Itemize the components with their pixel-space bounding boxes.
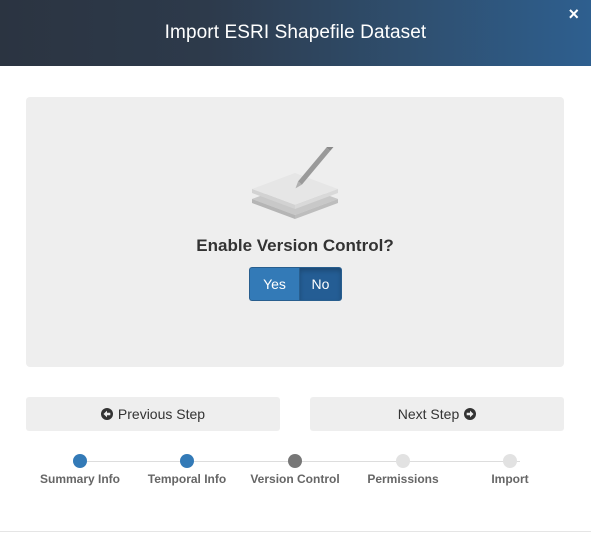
- step-version-control[interactable]: Version Control: [240, 452, 350, 486]
- yes-button[interactable]: Yes: [249, 267, 299, 301]
- step-summary-info[interactable]: Summary Info: [25, 452, 135, 486]
- close-icon[interactable]: ×: [568, 5, 579, 23]
- step-dot: [73, 454, 87, 468]
- version-control-toggle: Yes No: [249, 267, 342, 301]
- step-dot: [396, 454, 410, 468]
- step-label: Permissions: [367, 472, 439, 486]
- previous-step-label: Previous Step: [117, 406, 206, 422]
- step-dot: [503, 454, 517, 468]
- next-step-label: Next Step: [397, 406, 460, 422]
- dialog-header: Import ESRI Shapefile Dataset ×: [0, 0, 591, 66]
- step-dot: [180, 454, 194, 468]
- previous-step-button[interactable]: Previous Step: [26, 397, 280, 431]
- step-label: Version Control: [250, 472, 340, 486]
- step-label: Summary Info: [39, 472, 120, 486]
- arrow-circle-left-icon: [100, 408, 113, 420]
- version-control-panel: Enable Version Control? Yes No: [26, 97, 564, 367]
- step-permissions[interactable]: Permissions: [348, 452, 458, 486]
- dialog-title: Import ESRI Shapefile Dataset: [164, 22, 427, 43]
- next-step-button[interactable]: Next Step: [310, 397, 564, 431]
- step-label: Temporal Info: [147, 472, 227, 486]
- step-temporal-info[interactable]: Temporal Info: [132, 452, 242, 486]
- step-dot: [288, 454, 302, 468]
- step-label: Import: [491, 472, 529, 486]
- progress-stepper: Summary Info Temporal Info Version Contr…: [26, 452, 564, 492]
- arrow-circle-right-icon: [464, 408, 477, 420]
- step-import[interactable]: Import: [455, 452, 565, 486]
- no-button[interactable]: No: [299, 267, 342, 301]
- footer-divider: [0, 531, 591, 532]
- layers-edit-icon: [252, 147, 338, 219]
- version-control-question: Enable Version Control?: [196, 236, 394, 255]
